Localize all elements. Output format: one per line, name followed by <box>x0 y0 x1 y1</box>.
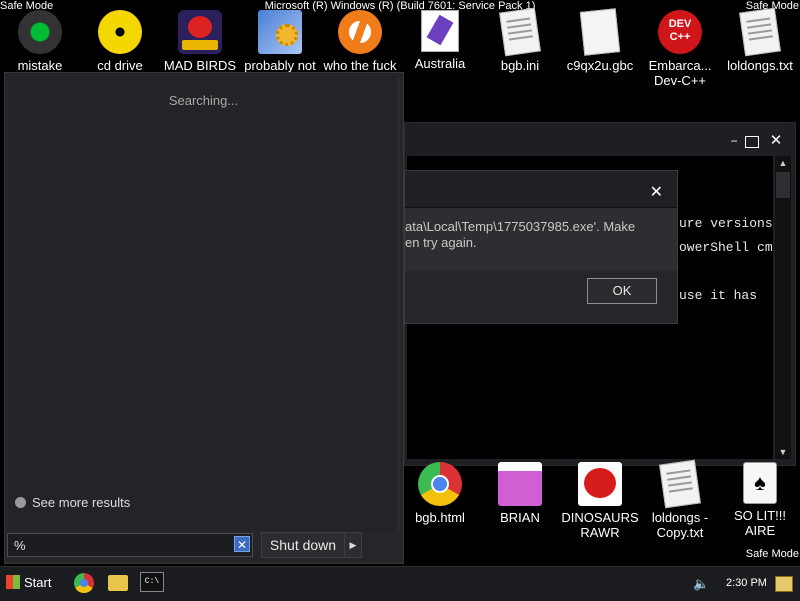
explorer-taskbar-icon[interactable] <box>108 575 128 591</box>
desktop-icon-label: MAD BIRDS <box>163 58 237 73</box>
error-dialog[interactable]: ✕ ata\Local\Temp\1775037985.exe'. Make e… <box>404 170 678 324</box>
desktop-icon-label: mistake <box>17 58 63 73</box>
console-line: owerShell cm <box>679 240 773 255</box>
desktop-icon-australia[interactable]: Australia <box>398 10 482 71</box>
search-icon <box>15 497 26 508</box>
shortcut-icon <box>421 10 459 52</box>
desktop-icon-bgb-html[interactable]: bgb.html <box>398 462 482 525</box>
volume-muted-icon[interactable]: 🔈 <box>693 576 709 592</box>
text-file-icon <box>659 459 701 509</box>
text-file-icon <box>739 7 781 57</box>
desktop-icon-label: loldongs.txt <box>727 58 793 73</box>
scrollbar-thumb[interactable] <box>776 172 790 198</box>
control-panel-icon <box>258 10 302 54</box>
scroll-up-icon[interactable]: ▲ <box>775 156 791 170</box>
desktop-icon-who-the[interactable]: who the fuck <box>318 10 402 73</box>
avast-flash-icon <box>338 10 382 54</box>
console-scrollbar[interactable]: ▲ ▼ <box>775 156 791 459</box>
taskbar: Start C:\ 🔈 2:30 PM <box>0 566 800 601</box>
desktop-icon-mad-birds[interactable]: MAD BIRDS <box>158 10 242 73</box>
desktop-icon-loldongs-copy[interactable]: loldongs - Copy.txt <box>638 459 722 540</box>
desktop-icon-label: loldongs - Copy.txt <box>651 510 709 540</box>
see-more-label: See more results <box>32 495 131 510</box>
desktop-icon-bgb-ini[interactable]: bgb.ini <box>478 7 562 73</box>
desktop-icon-dinosaurs[interactable]: DINOSAURS RAWR <box>558 462 642 540</box>
desktop-icon-c9qx2u[interactable]: c9qx2u.gbc <box>558 8 642 73</box>
desktop-icon-label: c9qx2u.gbc <box>566 58 634 73</box>
desktop-icon-dev-cpp[interactable]: DEV C++ Embarca... Dev-C++ <box>638 10 722 88</box>
desktop-icon-loldongs[interactable]: loldongs.txt <box>718 7 800 73</box>
dev-cpp-icon: DEV C++ <box>658 10 702 54</box>
chrome-taskbar-icon[interactable] <box>74 573 94 593</box>
action-center-icon[interactable] <box>775 576 793 592</box>
dialog-titlebar[interactable]: ✕ <box>405 171 677 208</box>
start-button[interactable]: Start <box>2 571 57 595</box>
windows-logo-icon <box>6 575 20 589</box>
desktop-icon-brian[interactable]: BRIAN <box>478 462 562 525</box>
search-status: Searching... <box>168 93 239 108</box>
ok-button[interactable]: OK <box>587 278 657 304</box>
console-line: use it has <box>679 288 758 303</box>
angry-birds-icon <box>498 462 542 506</box>
desktop-icon-label: bgb.html <box>415 510 465 525</box>
cd-drive-icon <box>98 10 142 54</box>
solitaire-icon: ♠ <box>743 462 777 504</box>
search-box[interactable]: ✕ <box>7 533 253 557</box>
desktop-icon-label: probably not <box>244 58 316 73</box>
shutdown-button[interactable]: Shut down <box>261 532 345 558</box>
desktop-icon-label: Embarca... Dev-C++ <box>648 58 712 88</box>
ini-file-icon <box>499 7 541 57</box>
desktop-icon-label: Australia <box>414 56 466 71</box>
desktop-icon-label: BRIAN <box>500 510 540 525</box>
angry-birds-space-icon <box>178 10 222 54</box>
desktop-icon-cd-drive[interactable]: cd drive <box>78 10 162 73</box>
desktop-icon-label: who the fuck <box>323 58 397 73</box>
clock[interactable]: 2:30 PM <box>726 577 767 589</box>
start-menu[interactable]: Searching... See more results ✕ Shut dow… <box>4 72 404 564</box>
search-input[interactable] <box>14 536 224 554</box>
minimize-icon[interactable]: − <box>725 133 743 149</box>
scroll-down-icon[interactable]: ▼ <box>775 445 791 459</box>
clear-search-icon[interactable]: ✕ <box>234 536 250 552</box>
close-icon[interactable]: ✕ <box>767 133 785 149</box>
chrome-icon <box>418 462 462 506</box>
desktop-icon-mistake[interactable]: mistake <box>0 10 82 73</box>
maximize-icon[interactable] <box>745 136 759 148</box>
desktop-icon-label: DINOSAURS RAWR <box>561 510 639 540</box>
angry-birds-red-icon <box>578 462 622 506</box>
desktop-icon-label: bgb.ini <box>500 58 540 73</box>
cmd-taskbar-icon[interactable]: C:\ <box>140 572 164 592</box>
desktop-icon-so-lit[interactable]: ♠ SO LIT!!! AIRE <box>718 462 800 538</box>
desktop-icon-label: SO LIT!!! AIRE <box>733 508 786 538</box>
dialog-message: ata\Local\Temp\1775037985.exe'. Make en … <box>405 219 636 250</box>
safe-mode-label-bottom: Safe Mode <box>745 548 799 560</box>
see-more-results-link[interactable]: See more results <box>15 495 130 510</box>
blank-file-icon <box>579 8 621 56</box>
search-results-pane: Searching... See more results <box>9 77 399 531</box>
desktop-icon-label: cd drive <box>97 58 143 73</box>
shutdown-options-button[interactable]: ▶ <box>344 532 362 558</box>
console-line: ure versions <box>679 216 773 231</box>
console-titlebar[interactable]: − ✕ <box>405 123 795 155</box>
green-disc-icon <box>18 10 62 54</box>
desktop-icon-probably-not[interactable]: probably not <box>238 10 322 73</box>
start-label: Start <box>24 575 52 590</box>
close-icon[interactable]: ✕ <box>650 185 663 201</box>
